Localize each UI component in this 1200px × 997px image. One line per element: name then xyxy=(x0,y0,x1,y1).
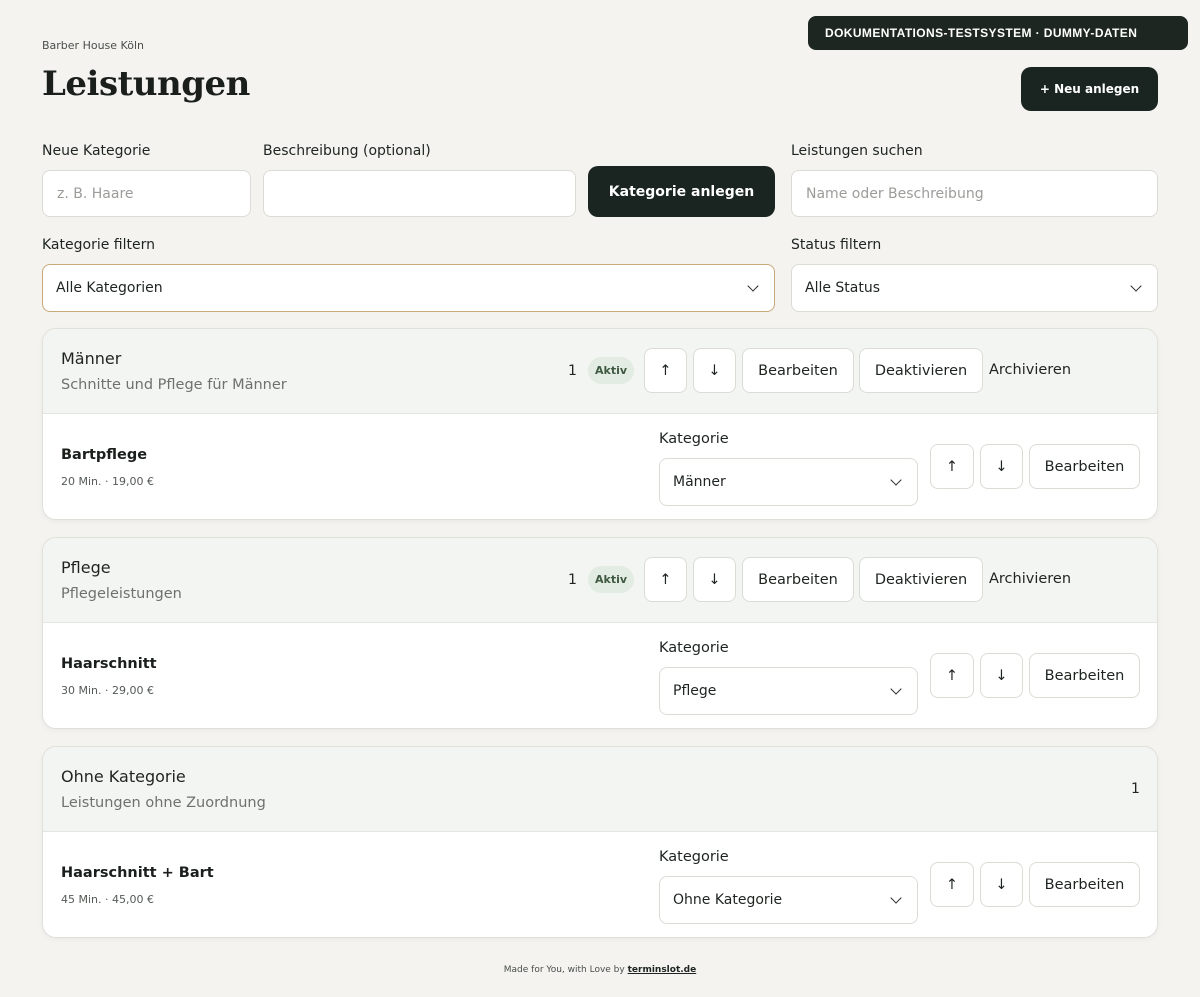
chevron-down-icon xyxy=(890,474,902,486)
move-down-button[interactable]: ↓ xyxy=(693,557,736,602)
deactivate-button[interactable]: Deaktivieren xyxy=(859,557,983,602)
service-count: 1 xyxy=(568,363,577,379)
move-up-button[interactable]: ↑ xyxy=(930,862,974,907)
move-down-button[interactable]: ↓ xyxy=(980,862,1023,907)
footer-link[interactable]: terminslot.de xyxy=(628,965,697,975)
service-category-select[interactable]: Männer xyxy=(659,458,918,506)
search-input[interactable]: Name oder Beschreibung xyxy=(791,170,1158,217)
service-name: Bartpflege xyxy=(61,447,148,463)
chevron-down-icon xyxy=(890,683,902,695)
status-filter-select[interactable]: Alle Status xyxy=(791,264,1158,312)
category-card-ohne-kategorie: Ohne Kategorie Leistungen ohne Zuordnung… xyxy=(42,746,1158,938)
service-category-value: Pflege xyxy=(673,683,717,699)
service-meta: 20 Min. · 19,00 € xyxy=(61,475,154,488)
service-row: Haarschnitt + Bart 45 Min. · 45,00 € Kat… xyxy=(43,832,1157,937)
chevron-down-icon xyxy=(747,280,759,292)
edit-service-button[interactable]: Bearbeiten xyxy=(1029,653,1140,698)
status-badge: Aktiv xyxy=(588,566,634,593)
category-description: Schnitte und Pflege für Männer xyxy=(61,377,287,393)
service-name: Haarschnitt xyxy=(61,656,157,672)
category-description: Pflegeleistungen xyxy=(61,586,182,602)
description-input[interactable] xyxy=(263,170,576,217)
service-category-value: Männer xyxy=(673,474,726,490)
deactivate-button[interactable]: Deaktivieren xyxy=(859,348,983,393)
category-filter-label: Kategorie filtern xyxy=(42,237,155,253)
footer-text: Made for You, with Love by xyxy=(503,965,625,975)
service-category-select[interactable]: Ohne Kategorie xyxy=(659,876,918,924)
service-category-select[interactable]: Pflege xyxy=(659,667,918,715)
category-filter-value: Alle Kategorien xyxy=(56,280,163,296)
category-name: Männer xyxy=(61,349,122,368)
new-service-button[interactable]: + Neu anlegen xyxy=(1021,67,1158,111)
move-down-button[interactable]: ↓ xyxy=(693,348,736,393)
service-category-label: Kategorie xyxy=(659,640,729,656)
create-category-button[interactable]: Kategorie anlegen xyxy=(588,166,775,217)
service-category-value: Ohne Kategorie xyxy=(673,892,783,908)
service-category-label: Kategorie xyxy=(659,849,729,865)
category-header: Pflege Pflegeleistungen 1 Aktiv ↑ ↓ Bear… xyxy=(43,538,1157,623)
service-row: Bartpflege 20 Min. · 19,00 € Kategorie M… xyxy=(43,414,1157,519)
edit-service-button[interactable]: Bearbeiten xyxy=(1029,862,1140,907)
edit-category-button[interactable]: Bearbeiten xyxy=(742,557,854,602)
service-meta: 30 Min. · 29,00 € xyxy=(61,684,154,697)
edit-category-button[interactable]: Bearbeiten xyxy=(742,348,854,393)
chevron-down-icon xyxy=(890,892,902,904)
category-header: Ohne Kategorie Leistungen ohne Zuordnung… xyxy=(43,747,1157,832)
service-row: Haarschnitt 30 Min. · 29,00 € Kategorie … xyxy=(43,623,1157,728)
status-badge: Aktiv xyxy=(588,357,634,384)
status-filter-label: Status filtern xyxy=(791,237,882,253)
category-description: Leistungen ohne Zuordnung xyxy=(61,795,266,811)
service-count: 1 xyxy=(568,572,577,588)
service-name: Haarschnitt + Bart xyxy=(61,865,214,881)
footer: Made for You, with Love by terminslot.de xyxy=(0,965,1200,975)
service-count: 1 xyxy=(1131,781,1140,797)
category-name: Ohne Kategorie xyxy=(61,767,186,786)
chevron-down-icon xyxy=(1130,280,1142,292)
archive-link[interactable]: Archivieren xyxy=(989,362,1071,378)
new-category-label: Neue Kategorie xyxy=(42,143,151,159)
category-filter-select[interactable]: Alle Kategorien xyxy=(42,264,775,312)
test-system-banner: DOKUMENTATIONS-TESTSYSTEM · DUMMY-DATEN xyxy=(808,16,1188,50)
service-meta: 45 Min. · 45,00 € xyxy=(61,893,154,906)
move-down-button[interactable]: ↓ xyxy=(980,444,1023,489)
category-header: Männer Schnitte und Pflege für Männer 1 … xyxy=(43,329,1157,414)
move-up-button[interactable]: ↑ xyxy=(644,348,687,393)
category-card-maenner: Männer Schnitte und Pflege für Männer 1 … xyxy=(42,328,1158,520)
page-title: Leistungen xyxy=(42,64,250,104)
shop-name: Barber House Köln xyxy=(42,39,144,52)
category-card-pflege: Pflege Pflegeleistungen 1 Aktiv ↑ ↓ Bear… xyxy=(42,537,1158,729)
description-label: Beschreibung (optional) xyxy=(263,143,431,159)
move-down-button[interactable]: ↓ xyxy=(980,653,1023,698)
service-category-label: Kategorie xyxy=(659,431,729,447)
move-up-button[interactable]: ↑ xyxy=(644,557,687,602)
edit-service-button[interactable]: Bearbeiten xyxy=(1029,444,1140,489)
category-name: Pflege xyxy=(61,558,111,577)
move-up-button[interactable]: ↑ xyxy=(930,653,974,698)
archive-link[interactable]: Archivieren xyxy=(989,571,1071,587)
move-up-button[interactable]: ↑ xyxy=(930,444,974,489)
new-category-input[interactable]: z. B. Haare xyxy=(42,170,251,217)
search-label: Leistungen suchen xyxy=(791,143,923,159)
status-filter-value: Alle Status xyxy=(805,280,881,296)
